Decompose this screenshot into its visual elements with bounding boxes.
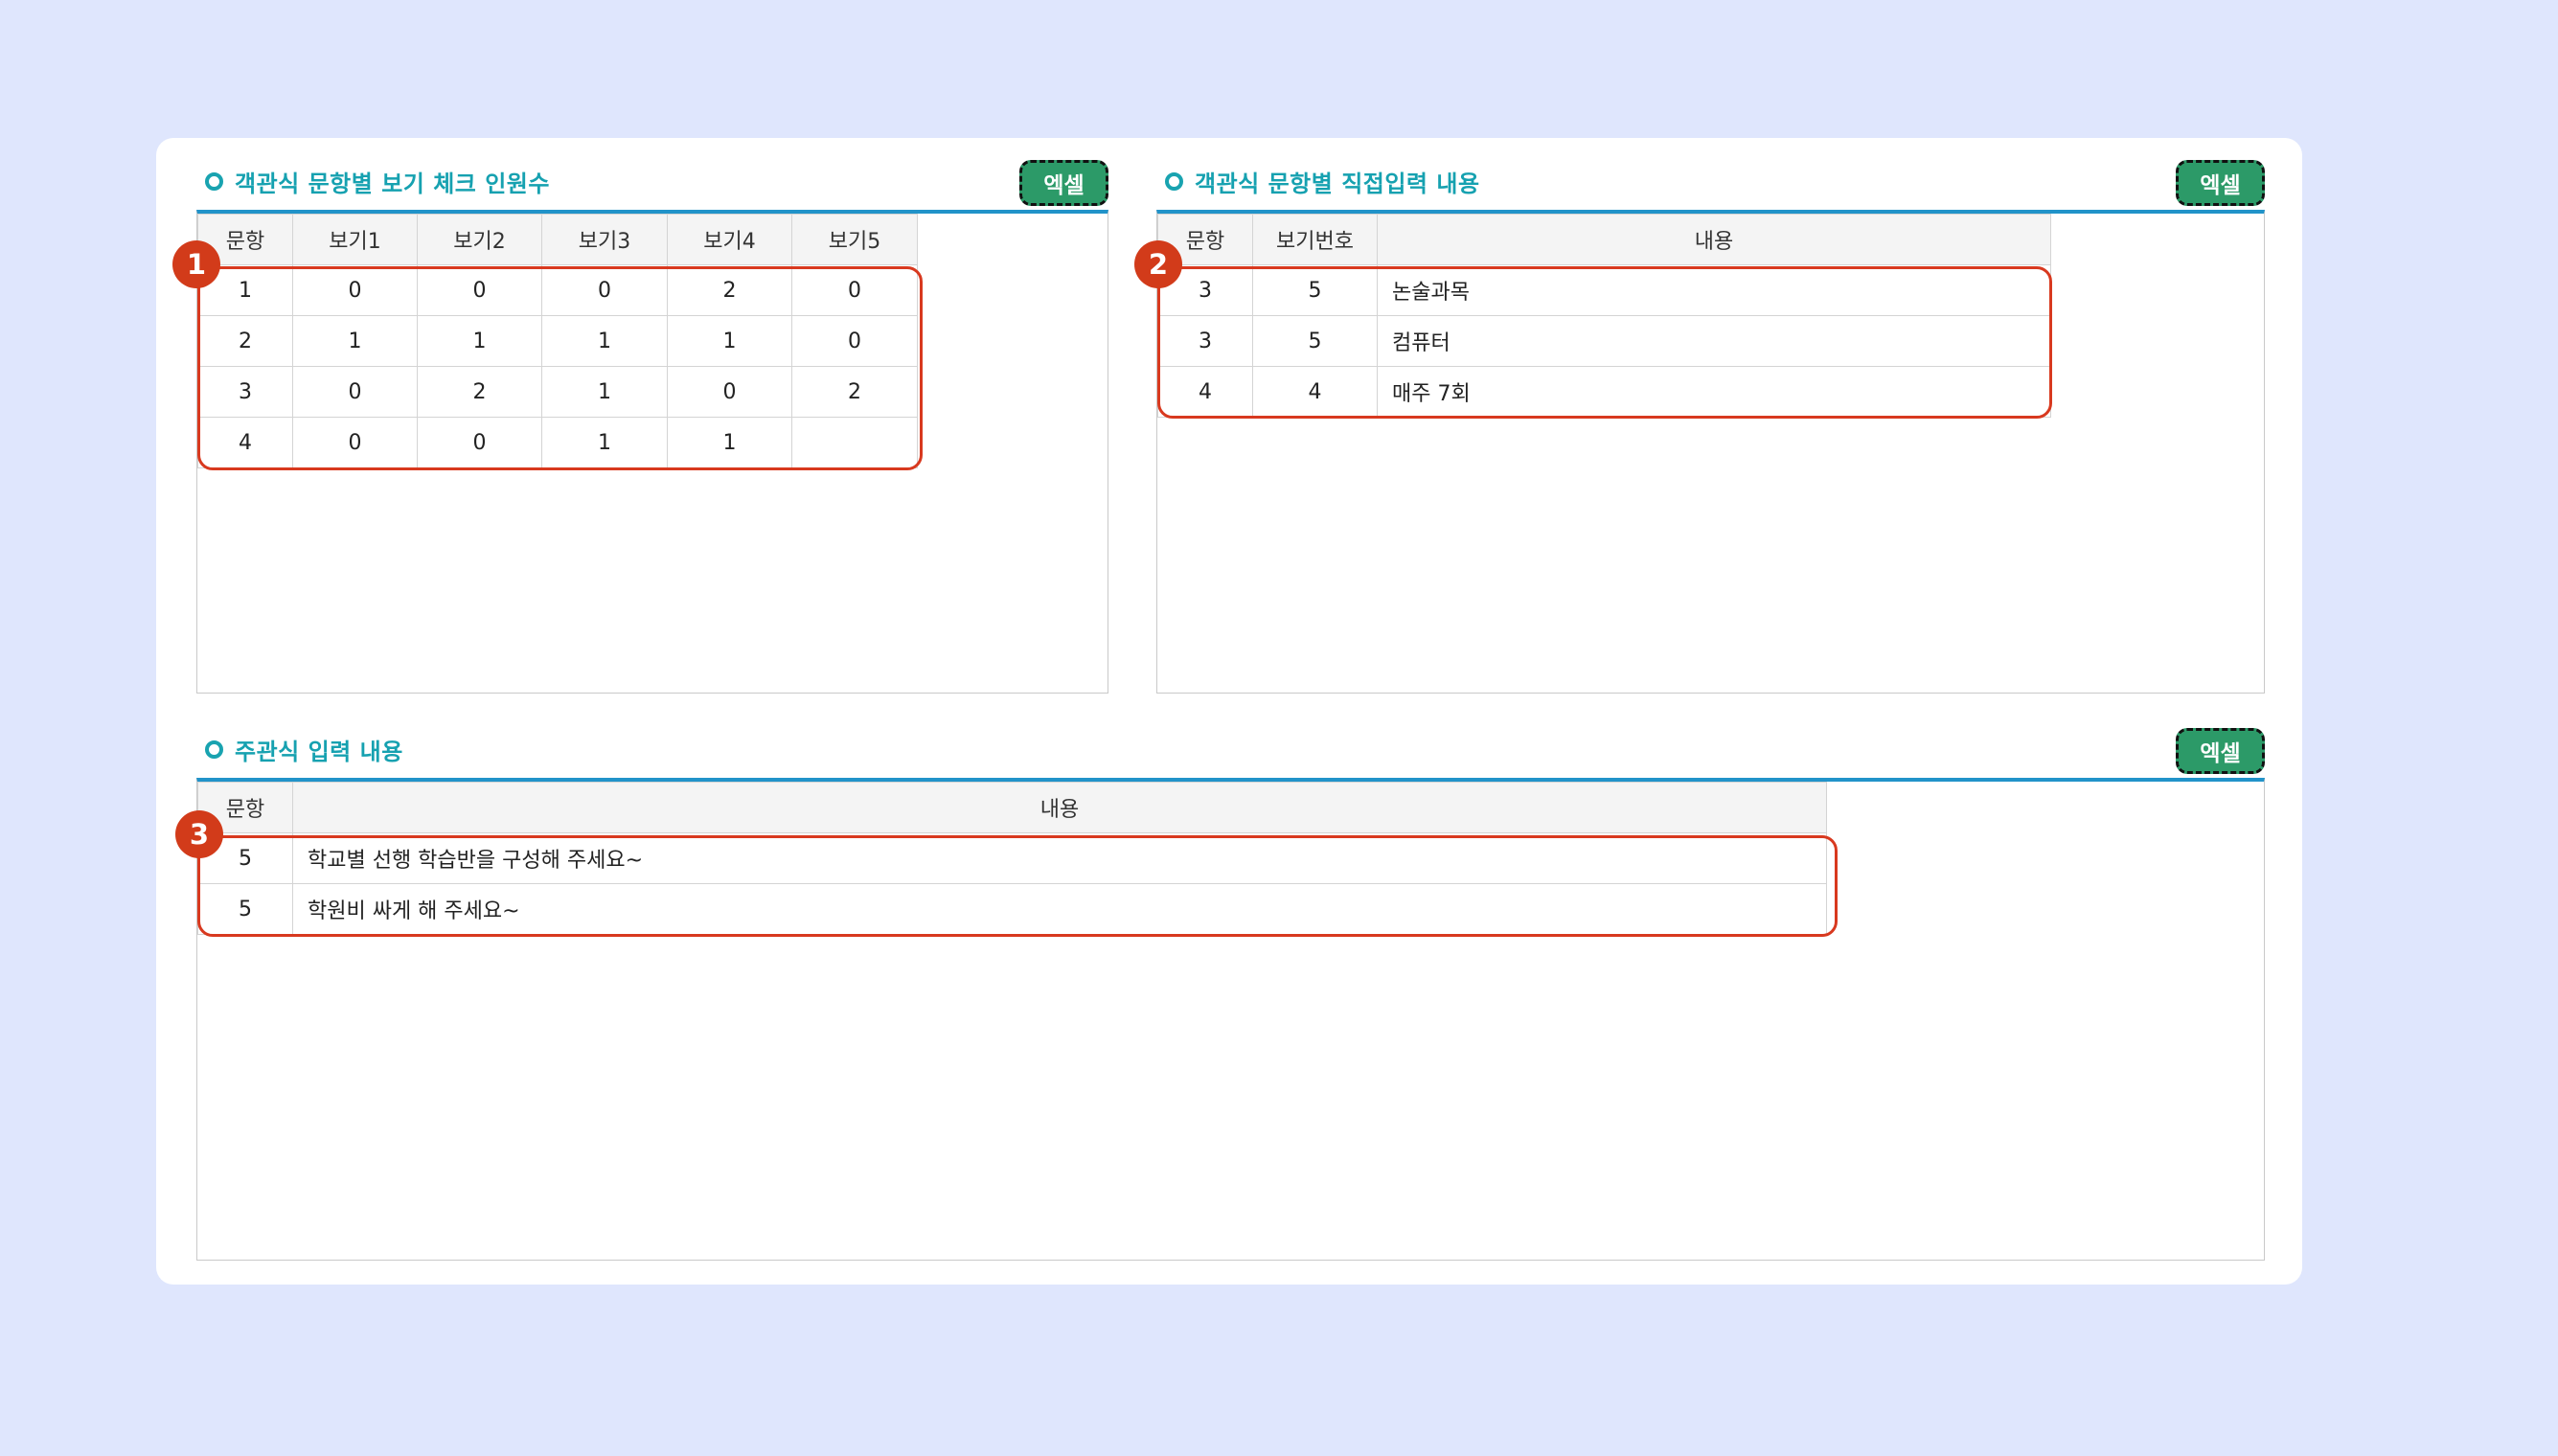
- highlight-box-subjective: [197, 835, 1838, 937]
- table-header-row: 문항 보기번호 내용: [1157, 214, 2051, 265]
- choice-count-title-text: 객관식 문항별 보기 체크 인원수: [235, 171, 550, 197]
- excel-button[interactable]: 엑셀: [1019, 160, 1108, 206]
- circle-bullet-icon: [1165, 172, 1183, 191]
- choice-count-title: 객관식 문항별 보기 체크 인원수: [205, 165, 550, 198]
- circle-bullet-icon: [205, 172, 223, 191]
- annotation-badge-1: 1: [172, 240, 220, 288]
- column-header: 내용: [292, 782, 1827, 833]
- circle-bullet-icon: [205, 740, 223, 759]
- direct-input-title-text: 객관식 문항별 직접입력 내용: [1195, 171, 1480, 197]
- column-header: 내용: [1377, 214, 2051, 265]
- highlight-box-choice-counts: [197, 266, 923, 470]
- column-header: 보기번호: [1252, 214, 1378, 265]
- table-header-row: 문항 보기1 보기2 보기3 보기4 보기5: [197, 214, 918, 265]
- column-header: 보기2: [417, 214, 542, 265]
- subjective-title: 주관식 입력 내용: [205, 733, 403, 766]
- direct-input-title: 객관식 문항별 직접입력 내용: [1165, 165, 1480, 198]
- subjective-title-text: 주관식 입력 내용: [235, 739, 403, 765]
- annotation-badge-3: 3: [175, 810, 223, 858]
- column-header: 보기4: [667, 214, 792, 265]
- excel-button[interactable]: 엑셀: [2176, 728, 2265, 774]
- highlight-box-direct-input: [1157, 266, 2052, 419]
- column-header: 보기3: [541, 214, 668, 265]
- column-header: 보기5: [791, 214, 918, 265]
- excel-button[interactable]: 엑셀: [2176, 160, 2265, 206]
- table-header-row: 문항 내용: [197, 782, 1827, 833]
- annotation-badge-2: 2: [1134, 240, 1182, 288]
- column-header: 보기1: [292, 214, 418, 265]
